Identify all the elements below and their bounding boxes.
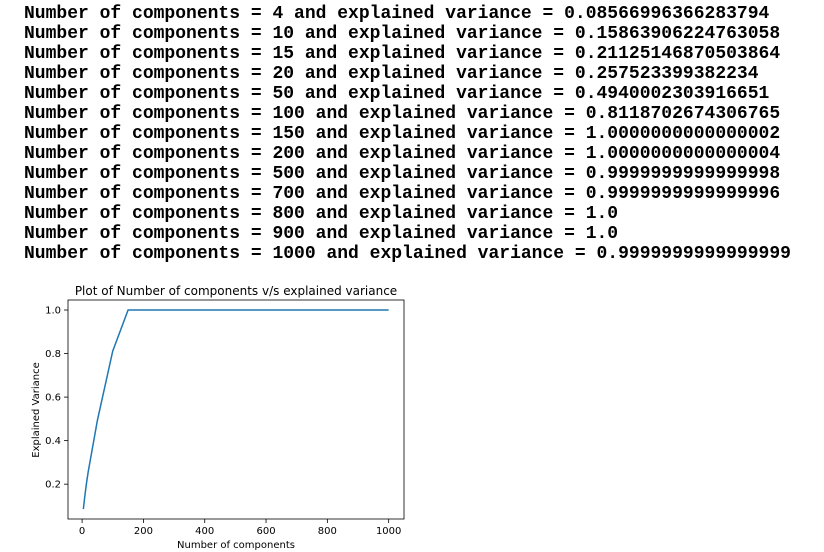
y-axis-label: Explained Variance: [31, 362, 42, 457]
output-line: Number of components = 50 and explained …: [24, 84, 770, 104]
y-tick-label: 0.6: [45, 393, 61, 404]
y-tick-label: 1.0: [45, 306, 61, 317]
plot-area: [67, 299, 405, 520]
output-line: Number of components = 10 and explained …: [24, 24, 781, 44]
y-tick-label: 0.8: [45, 349, 61, 360]
output-line: Number of components = 500 and explained…: [24, 164, 781, 184]
chart-title: Plot of Number of components v/s explain…: [75, 284, 397, 298]
x-tick-label: 200: [134, 526, 153, 537]
x-axis: 0 200 400 600 800 1000: [79, 519, 401, 537]
x-tick-label: 0: [79, 526, 85, 537]
output-line: Number of components = 700 and explained…: [24, 184, 781, 204]
output-line: Number of components = 100 and explained…: [24, 104, 781, 124]
x-tick-label: 800: [318, 526, 337, 537]
y-tick-label: 0.2: [45, 480, 61, 491]
output-line: Number of components = 800 and explained…: [24, 204, 619, 224]
output-line: Number of components = 200 and explained…: [24, 144, 781, 164]
chart: Plot of Number of components v/s explain…: [31, 284, 405, 551]
cell-output: Number of components = 4 and explained v…: [24, 4, 791, 264]
x-tick-label: 1000: [376, 526, 401, 537]
output-line: Number of components = 15 and explained …: [24, 44, 781, 64]
x-tick-label: 400: [195, 526, 214, 537]
x-axis-label: Number of components: [177, 540, 295, 551]
output-line: Number of components = 900 and explained…: [24, 224, 619, 244]
output-line: Number of components = 1000 and explaine…: [24, 244, 791, 264]
output-line: Number of components = 4 and explained v…: [24, 4, 770, 24]
x-tick-label: 600: [256, 526, 275, 537]
output-line: Number of components = 20 and explained …: [24, 64, 759, 84]
output-line: Number of components = 150 and explained…: [24, 124, 781, 144]
y-tick-label: 0.4: [45, 436, 61, 447]
y-axis: 0.2 0.4 0.6 0.8 1.0: [45, 306, 68, 491]
